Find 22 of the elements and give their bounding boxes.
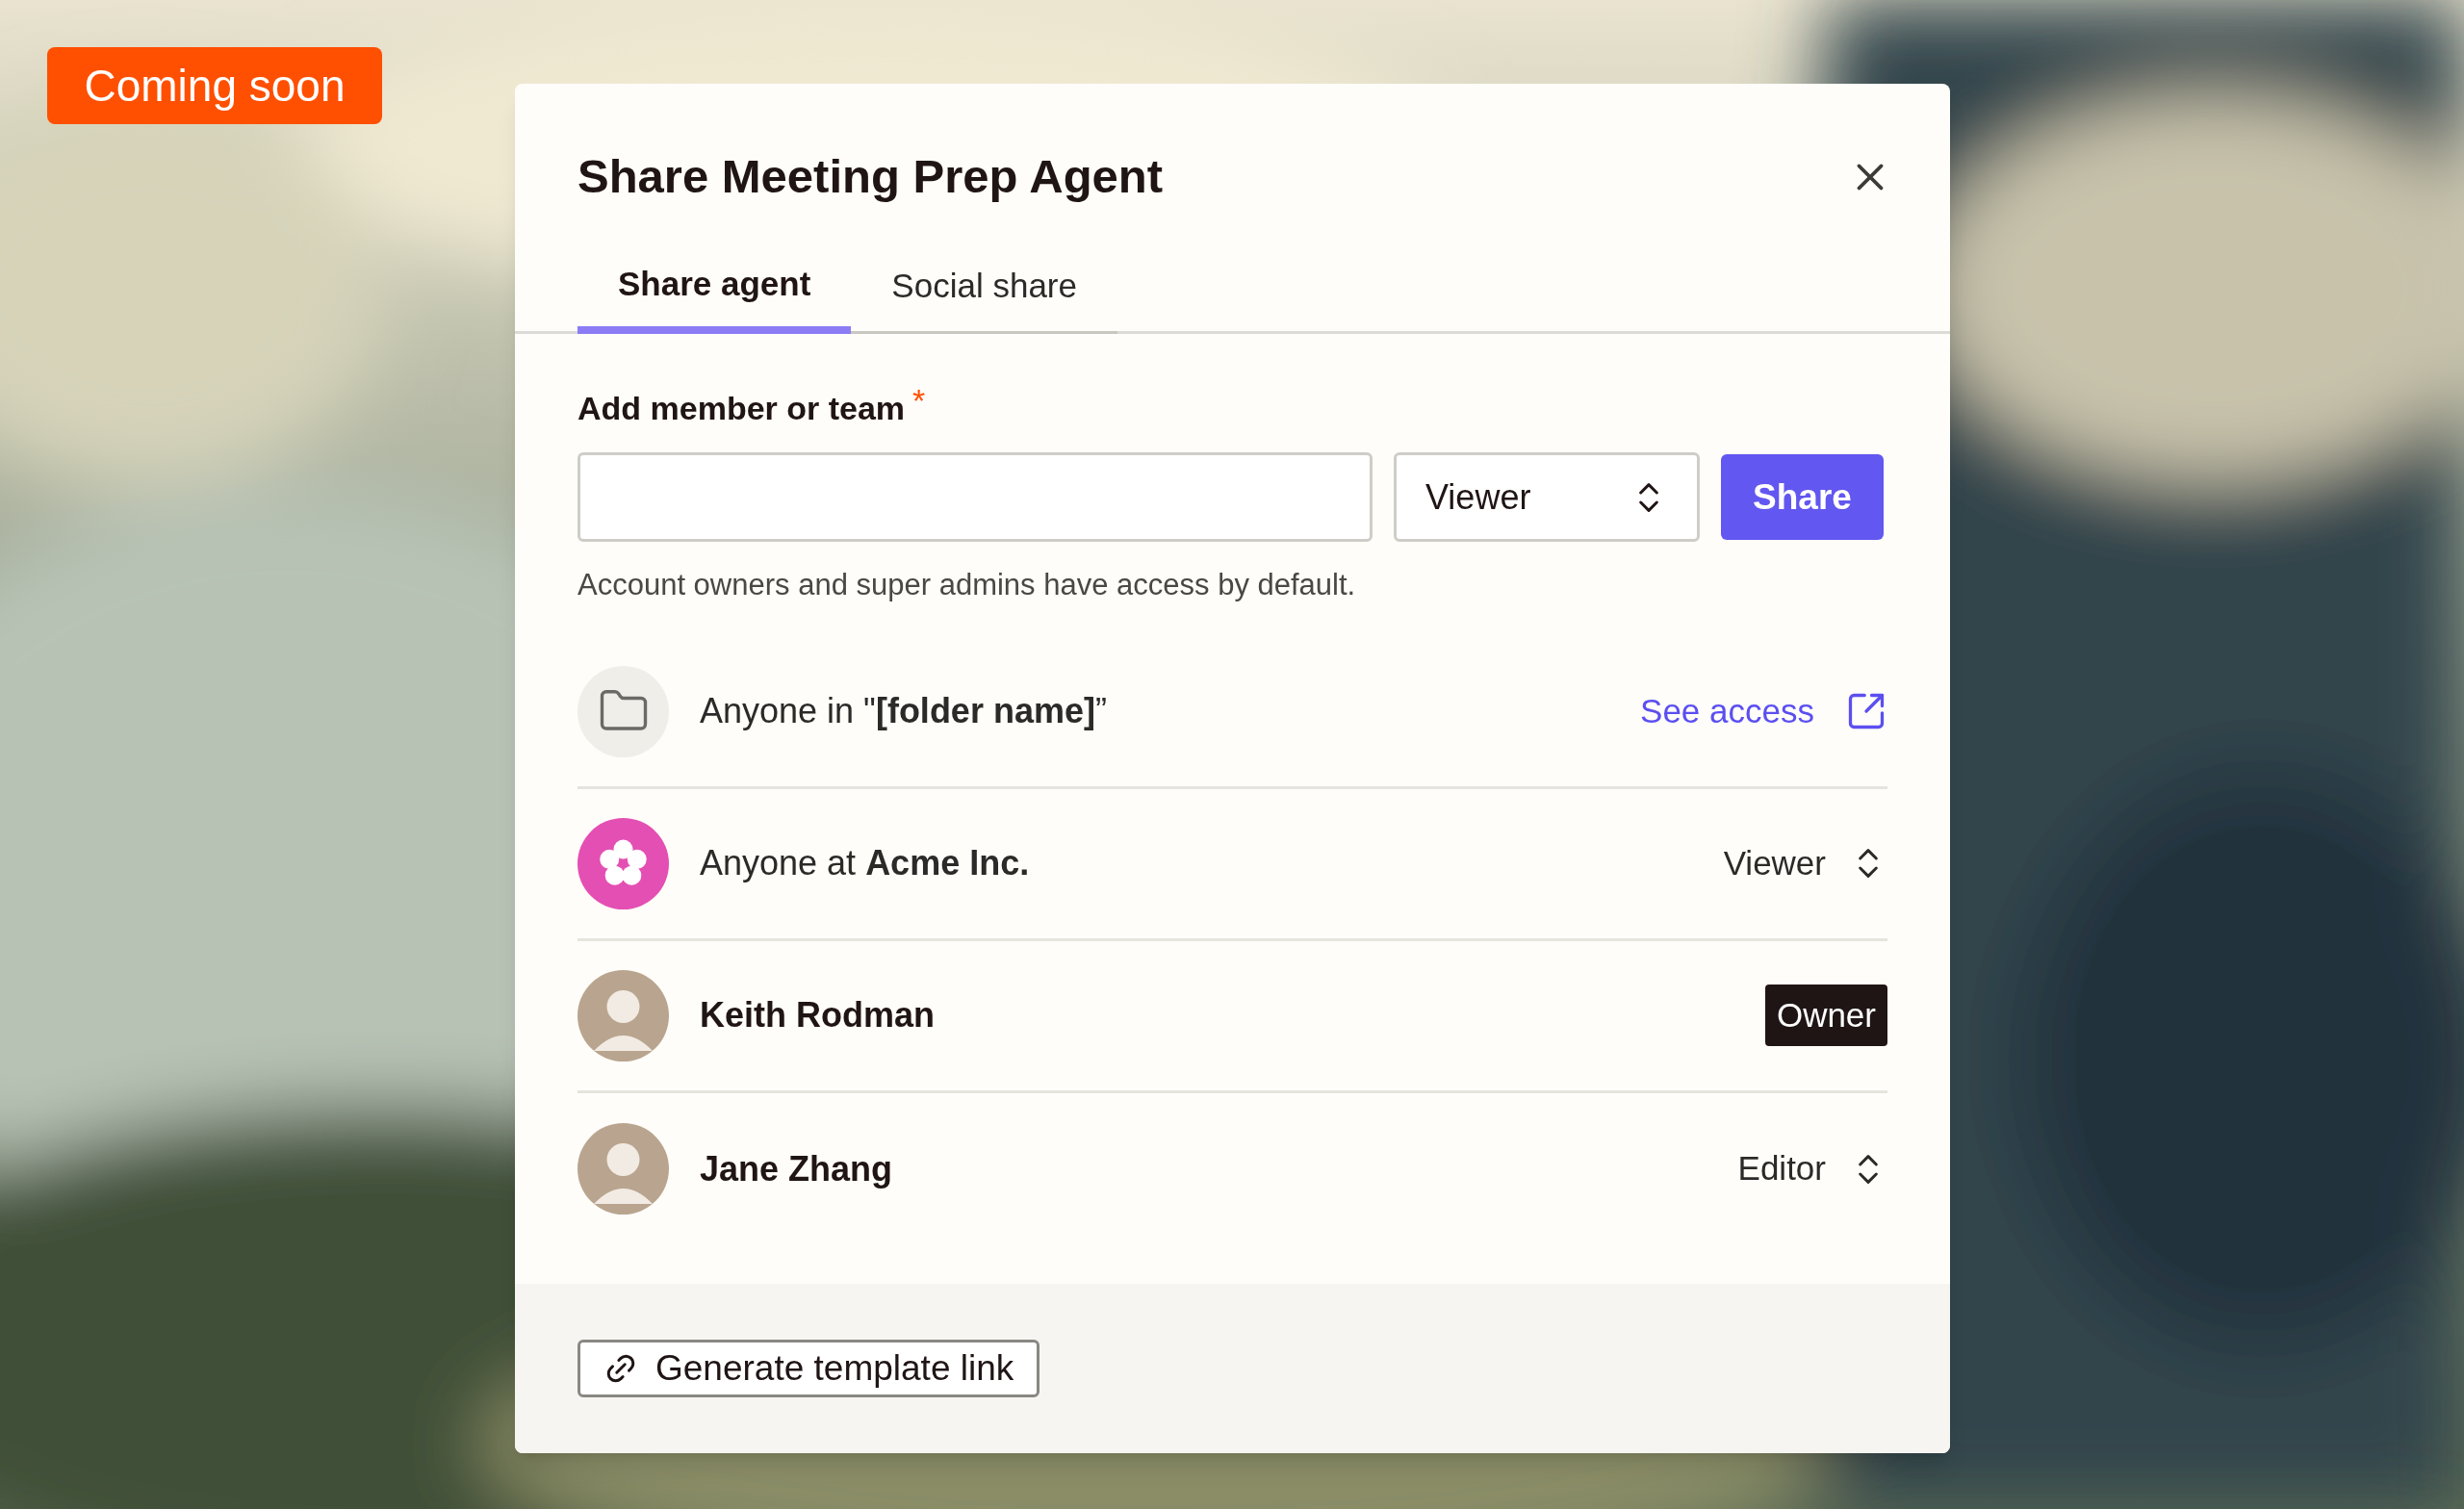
- dialog-title: Share Meeting Prep Agent: [578, 149, 1164, 204]
- member-input-field[interactable]: [578, 452, 1373, 542]
- access-label: Anyone at Acme Inc.: [700, 842, 1031, 884]
- person-avatar-icon: [578, 969, 669, 1061]
- person-name: Jane Zhang: [700, 1147, 894, 1190]
- person-name: Keith Rodman: [700, 994, 936, 1036]
- tab[interactable]: Share agent: [578, 258, 852, 334]
- share-button[interactable]: Share: [1721, 454, 1884, 540]
- helper-text: Account owners and super admins have access by default.: [578, 567, 1357, 603]
- generate-template-link-button[interactable]: Generate template link: [578, 1339, 1040, 1397]
- access-label: Anyone in "[folder name]”: [700, 690, 1108, 732]
- person-avatar-icon: [578, 1123, 669, 1215]
- tab[interactable]: Social share: [851, 258, 1117, 334]
- required-asterisk: *: [912, 384, 926, 417]
- owner-badge: Owner: [1764, 984, 1887, 1047]
- role-dropdown[interactable]: Viewer: [1394, 452, 1700, 542]
- see-access-link[interactable]: See access: [1640, 685, 1887, 737]
- role-dropdown[interactable]: Viewer: [1723, 837, 1887, 889]
- role-dropdown[interactable]: Editor: [1737, 1143, 1887, 1194]
- coming-soon-badge: Coming soon: [47, 47, 382, 124]
- flower-avatar-icon: [578, 817, 669, 909]
- field-label: Add member or team: [578, 389, 906, 428]
